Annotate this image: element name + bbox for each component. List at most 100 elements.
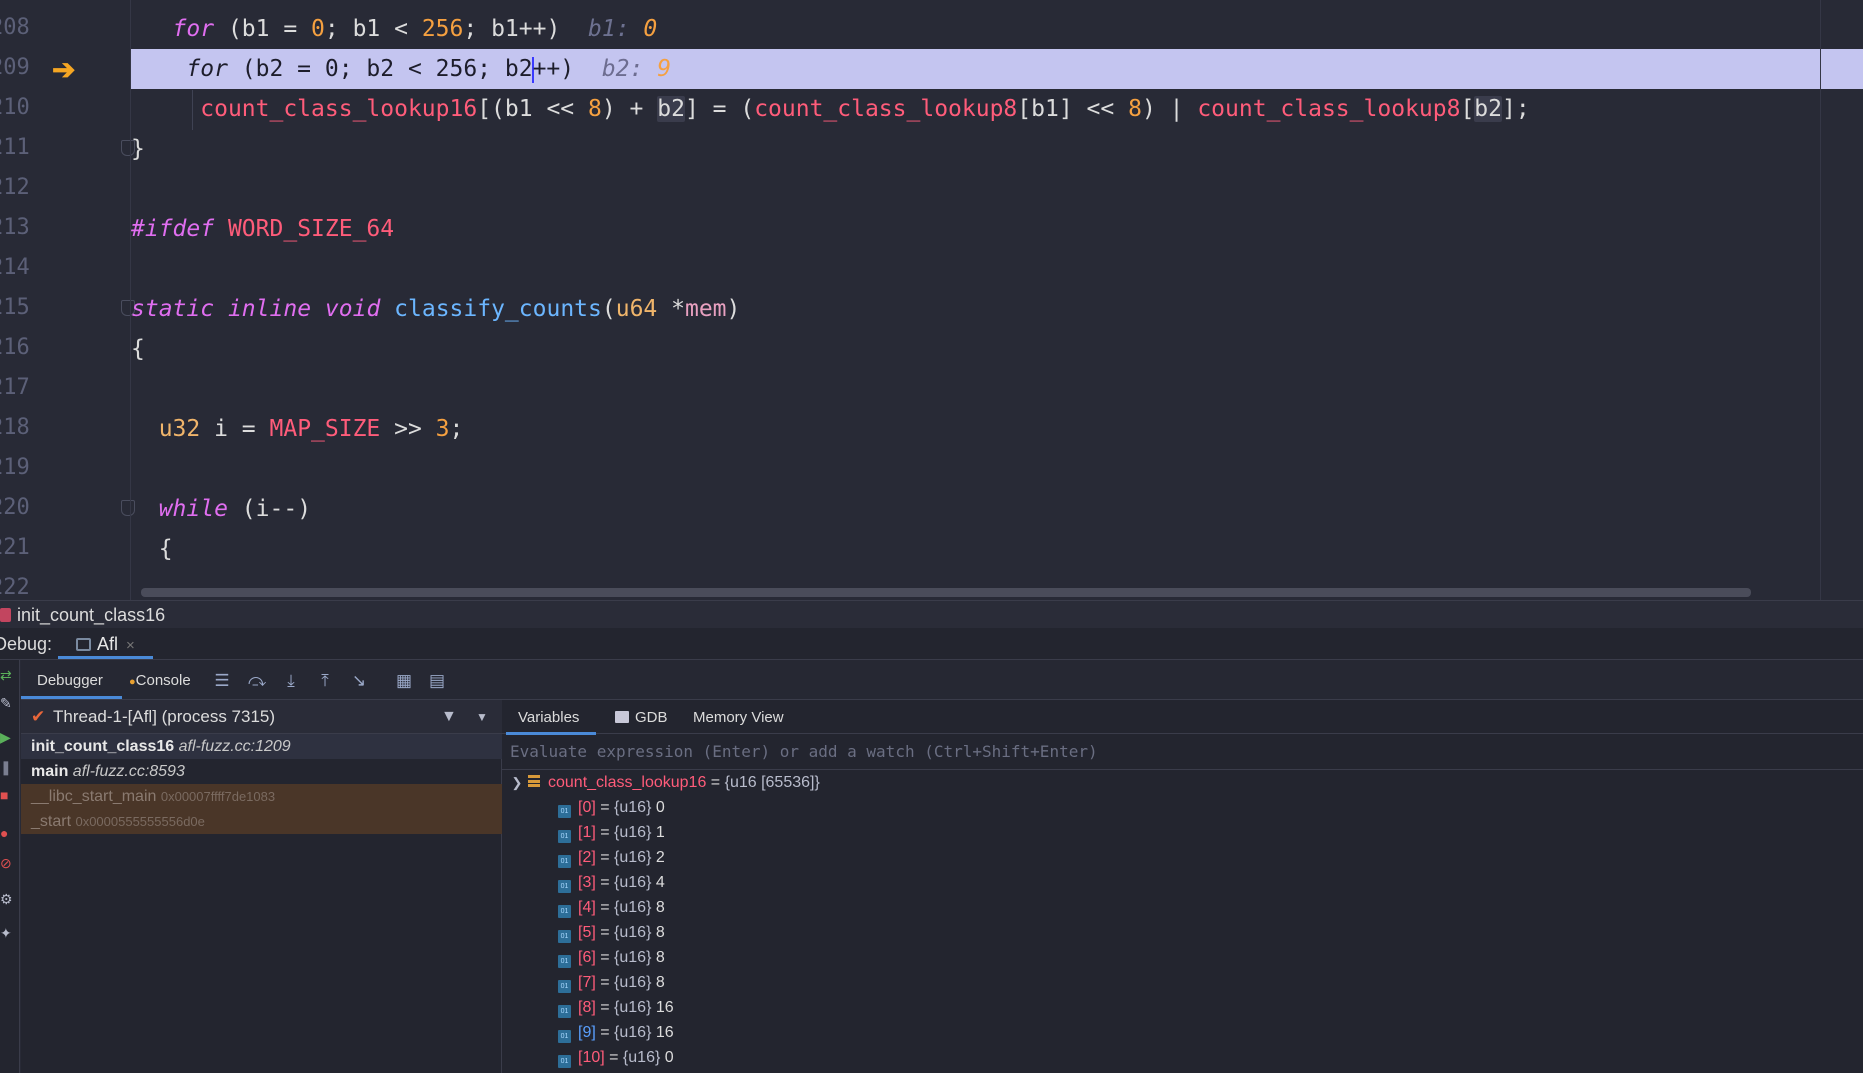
variable-value: 4: [655, 874, 665, 891]
variable-name: [0]: [578, 799, 596, 816]
variable-type: {u16}: [614, 924, 652, 941]
code-area[interactable]: for (b1 = 0; b1 < 256; b1++) b1: 0 for (…: [131, 0, 1863, 600]
mute-breakpoints-icon[interactable]: ⊘: [0, 856, 12, 870]
stack-frame[interactable]: _start 0x0000555555556d0e: [21, 809, 502, 834]
step-into-icon[interactable]: ⤓: [282, 672, 300, 690]
evaluate-table-icon[interactable]: ▦: [395, 672, 413, 690]
execution-point-arrow-icon: ➔: [52, 54, 76, 85]
variables-panel: Variables GDB Memory View Evaluate expre…: [502, 700, 1863, 1073]
variable-row[interactable]: 01 [1] = {u16} 1: [558, 820, 665, 845]
layout-icon[interactable]: ▤: [428, 672, 446, 690]
variable-name: [8]: [578, 999, 596, 1016]
stack-frame[interactable]: __libc_start_main 0x00007ffff7de1083: [21, 784, 502, 809]
resume-icon[interactable]: ▶: [0, 730, 12, 744]
tab-variables-label: Variables: [518, 709, 580, 726]
rerun-icon[interactable]: ⇄: [0, 668, 12, 682]
equals-sign: =: [710, 774, 721, 791]
inline-hint-name: b2:: [601, 56, 644, 82]
settings-wrench-icon[interactable]: ✎: [0, 696, 12, 710]
field-icon: 01: [558, 980, 571, 993]
stack-frame[interactable]: main afl-fuzz.cc:8593: [21, 759, 502, 784]
variable-row[interactable]: 01 [3] = {u16} 4: [558, 870, 665, 895]
line-gutter[interactable]: 208 209 210 211 212 213 214 215 216 217 …: [0, 0, 135, 600]
variable-type: {u16}: [622, 1049, 661, 1066]
run-to-cursor-icon[interactable]: ↘: [350, 672, 368, 690]
variable-row[interactable]: 01 [2] = {u16} 2: [558, 845, 665, 870]
tab-debugger-label: Debugger: [37, 672, 103, 689]
function-icon: [0, 608, 11, 622]
line-number: 214: [0, 255, 30, 280]
pause-icon[interactable]: ❚: [0, 760, 12, 774]
evaluate-placeholder: Evaluate expression (Enter) or add a wat…: [510, 742, 1098, 761]
tab-gdb[interactable]: GDB: [615, 700, 668, 734]
variable-row[interactable]: 01 [0] = {u16} 0: [558, 795, 665, 820]
inline-hint-value: 0: [643, 16, 658, 42]
variable-row[interactable]: 01 [9] = {u16} 16: [558, 1020, 674, 1045]
field-icon: 01: [558, 955, 571, 968]
chevron-down-icon[interactable]: ❯: [506, 770, 528, 795]
thread-selector[interactable]: ✔ Thread-1-[Afl] (process 7315) ▼ ▼: [21, 700, 502, 734]
tab-variables[interactable]: Variables: [506, 700, 596, 735]
variable-name: [5]: [578, 924, 596, 941]
line-number: 210: [0, 95, 30, 120]
code-line-current: for (b2 = 0; b2 < 256; b2++) b2: 9: [131, 49, 1863, 89]
tab-underline: [21, 696, 122, 699]
variable-row[interactable]: 01 [8] = {u16} 16: [558, 995, 674, 1020]
field-icon: 01: [558, 1030, 571, 1043]
variable-row-root[interactable]: ❯ count_class_lookup16 = {u16 [65536]}: [506, 770, 820, 795]
code-line: }: [131, 136, 145, 162]
step-over-icon[interactable]: ⤼: [248, 672, 266, 690]
line-number: 220: [0, 495, 30, 520]
gear-icon[interactable]: ⚙: [0, 892, 13, 906]
tab-debugger[interactable]: Debugger: [37, 660, 103, 700]
breadcrumb-function[interactable]: init_count_class16: [17, 605, 165, 625]
tab-memory-view[interactable]: Memory View: [693, 700, 784, 734]
code-editor[interactable]: 208 209 210 211 212 213 214 215 216 217 …: [0, 0, 1863, 600]
variable-name: [1]: [578, 824, 596, 841]
frame-name: main: [31, 763, 69, 780]
field-icon: 01: [558, 905, 571, 918]
variable-type: {u16}: [614, 874, 652, 891]
stack-frame[interactable]: init_count_class16 afl-fuzz.cc:1209: [21, 734, 502, 759]
variable-name: count_class_lookup16: [548, 774, 707, 791]
variable-value: 8: [655, 924, 665, 941]
filter-icon[interactable]: ▼: [441, 700, 457, 734]
breadcrumb[interactable]: init_count_class16: [0, 600, 1863, 628]
pin-icon[interactable]: ✦: [0, 926, 12, 940]
variable-type: {u16}: [614, 974, 652, 991]
frame-location: afl-fuzz.cc:8593: [72, 763, 185, 780]
variable-value: 1: [655, 824, 665, 841]
debugger-toolbar: Debugger ●Console ☰ ⤼ ⤓ ⤒ ↘ ▦ ▤: [21, 660, 1863, 700]
line-number: 212: [0, 175, 30, 200]
variable-row[interactable]: 01 [5] = {u16} 8: [558, 920, 665, 945]
show-frames-icon[interactable]: ☰: [213, 672, 231, 690]
variable-row[interactable]: 01 [6] = {u16} 8: [558, 945, 665, 970]
stop-icon[interactable]: ■: [0, 788, 12, 802]
indent-guide: [192, 90, 193, 130]
variable-name: [2]: [578, 849, 596, 866]
frame-location: afl-fuzz.cc:1209: [178, 738, 291, 755]
step-out-icon[interactable]: ⤒: [316, 672, 334, 690]
variable-value: 8: [655, 949, 665, 966]
tab-console-label: Console: [135, 672, 191, 689]
thread-label: Thread-1-[Afl] (process 7315): [53, 707, 276, 726]
variable-value: 0: [655, 799, 665, 816]
variable-row[interactable]: 01 [7] = {u16} 8: [558, 970, 665, 995]
frame-location: 0x0000555555556d0e: [75, 814, 205, 829]
chevron-down-icon[interactable]: ▼: [476, 700, 488, 734]
code-line: while (i--): [158, 496, 312, 522]
variable-value: 2: [655, 849, 665, 866]
tab-console[interactable]: ●Console: [129, 660, 191, 700]
text-caret: [531, 56, 534, 83]
variable-row[interactable]: 01 [10] = {u16} 0: [558, 1045, 674, 1070]
field-icon: 01: [558, 1055, 571, 1068]
horizontal-scrollbar[interactable]: [141, 588, 1751, 597]
variable-row[interactable]: 01 [4] = {u16} 8: [558, 895, 665, 920]
close-icon[interactable]: ×: [126, 637, 135, 654]
line-number: 219: [0, 455, 30, 480]
view-breakpoints-icon[interactable]: ●: [0, 826, 12, 840]
evaluate-expression-input[interactable]: Evaluate expression (Enter) or add a wat…: [502, 734, 1863, 770]
variable-value: 8: [655, 899, 665, 916]
field-icon: 01: [558, 830, 571, 843]
line-number: 217: [0, 375, 30, 400]
